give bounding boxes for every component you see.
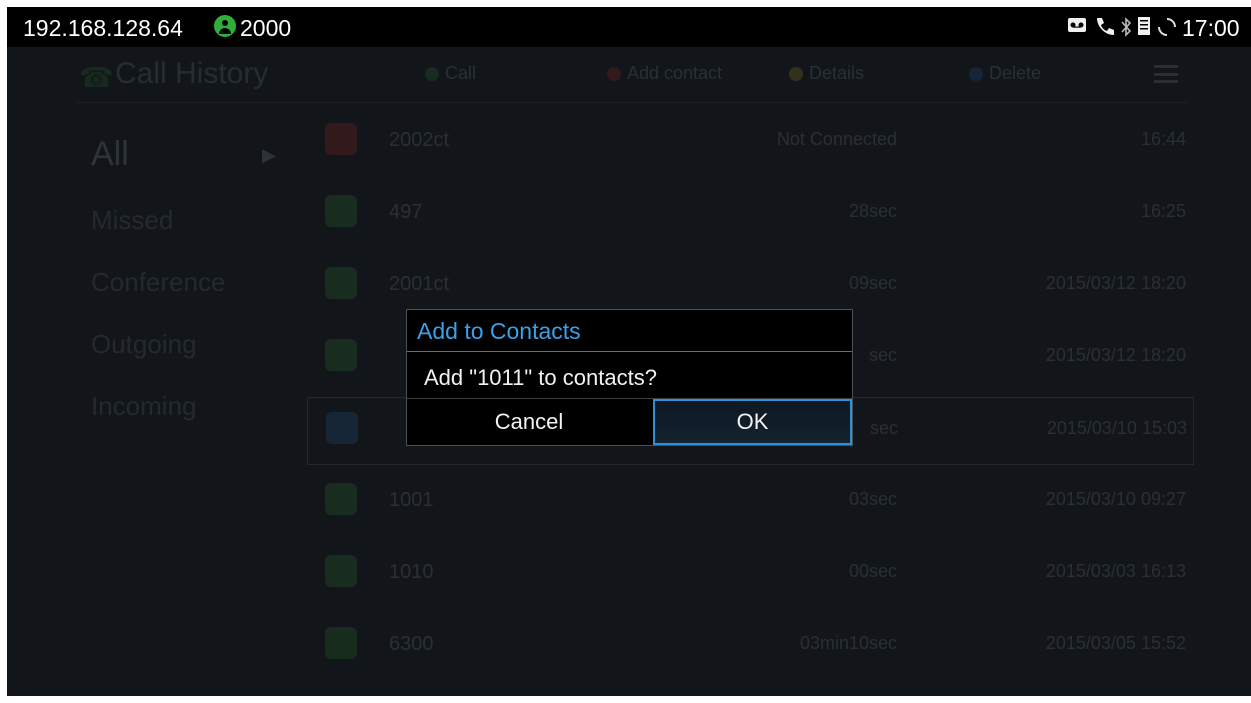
call-duration: 03min10sec [799, 633, 897, 653]
selected-arrow-icon: ▶ [262, 145, 276, 165]
call-time: 2015/03/12 18:20 [1045, 345, 1186, 365]
outgoing-call-icon [325, 627, 357, 659]
dialog-message: Add "1011" to contacts? [424, 365, 657, 390]
sidebar-item-missed[interactable]: Missed [91, 205, 173, 236]
call-time: 2015/03/10 09:27 [1045, 489, 1186, 509]
call-contact-name: 1001 [389, 489, 434, 511]
account-status-icon [214, 15, 236, 37]
call-icon [425, 67, 439, 82]
call-time: 16:25 [1140, 201, 1186, 221]
sidebar-item-all[interactable]: All [91, 135, 129, 174]
app-title: Call History [115, 57, 269, 90]
incoming-call-icon [326, 412, 358, 444]
outgoing-call-icon [325, 483, 357, 515]
cancel-button[interactable]: Cancel [407, 399, 651, 445]
add-to-contacts-dialog: Add to Contacts Add "1011" to contacts? … [406, 309, 853, 446]
add-contact-button[interactable]: Add contact [607, 63, 722, 84]
sidebar-item-conference[interactable]: Conference [91, 267, 225, 298]
sidebar-item-incoming[interactable]: Incoming [91, 391, 197, 422]
call-button[interactable]: Call [425, 63, 476, 84]
dialog-title: Add to Contacts [417, 318, 581, 344]
call-time: 2015/03/05 15:52 [1045, 633, 1186, 653]
account-number: 2000 [240, 15, 292, 41]
call-duration: Not Connected [776, 129, 897, 149]
call-row[interactable]: 497 28sec 16:25 [307, 181, 1192, 247]
outgoing-call-icon [325, 267, 357, 299]
call-duration: 00sec [848, 561, 897, 581]
call-contact-name: 2001ct [389, 273, 450, 295]
details-button[interactable]: Details [789, 63, 864, 84]
call-time: 16:44 [1140, 129, 1186, 149]
delete-icon [969, 67, 983, 82]
call-time: 2015/03/12 18:20 [1045, 273, 1186, 293]
call-time: 2015/03/10 15:03 [1046, 418, 1187, 438]
call-duration: 03sec [848, 489, 897, 509]
call-contact-name: 1010 [389, 561, 434, 583]
ip-address: 192.168.128.64 [23, 15, 183, 41]
call-contact-name: 497 [389, 201, 423, 223]
bluetooth-icon [1121, 17, 1132, 37]
call-duration: sec [868, 345, 897, 365]
phone-icon [1097, 18, 1114, 35]
clock: 17:00 [1182, 15, 1240, 41]
status-bar: 192.168.128.64 2000 17:00 [7, 7, 1251, 47]
call-duration: sec [869, 418, 898, 438]
outgoing-call-icon [325, 195, 357, 227]
details-icon [789, 67, 803, 82]
call-contact-name: 2002ct [389, 129, 450, 151]
voicemail-icon [1068, 18, 1086, 32]
outgoing-call-icon [325, 555, 357, 587]
phone-screen: 192.168.128.64 2000 17:00 ☎ Call History [7, 7, 1251, 696]
call-row[interactable]: 1010 00sec 2015/03/03 16:13 [307, 541, 1192, 607]
call-history-icon: ☎ [79, 62, 114, 93]
sd-card-icon [1138, 17, 1150, 35]
call-duration: 09sec [848, 273, 897, 293]
header-divider [77, 102, 1187, 103]
call-contact-name: 6300 [389, 633, 434, 655]
call-row[interactable]: 2002ct Not Connected 16:44 [307, 109, 1192, 175]
call-time: 2015/03/03 16:13 [1045, 561, 1186, 581]
menu-icon[interactable] [1154, 65, 1178, 83]
sync-icon [1158, 18, 1176, 36]
dialog-title-divider [407, 351, 852, 352]
call-duration: 28sec [848, 201, 897, 221]
call-row[interactable]: 1001 03sec 2015/03/10 09:27 [307, 469, 1192, 535]
call-row[interactable]: 6300 03min10sec 2015/03/05 15:52 [307, 613, 1192, 679]
missed-call-icon [325, 123, 357, 155]
delete-button[interactable]: Delete [969, 63, 1041, 84]
outgoing-call-icon [325, 339, 357, 371]
ok-button[interactable]: OK [653, 399, 852, 445]
sidebar-item-outgoing[interactable]: Outgoing [91, 329, 197, 360]
add-contact-icon [607, 67, 621, 82]
